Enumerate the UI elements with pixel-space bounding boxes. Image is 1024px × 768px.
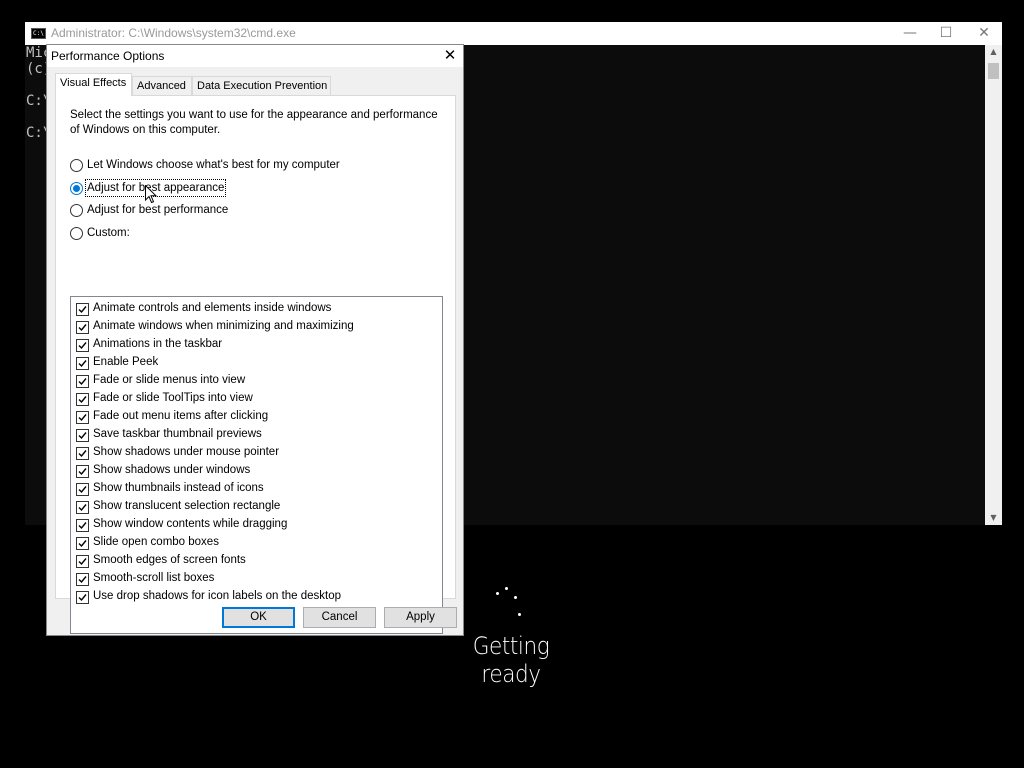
checkmark-icon [78, 414, 87, 422]
checkmark-icon [78, 324, 87, 332]
checkmark-icon [78, 342, 87, 350]
cmd-title-bar[interactable]: C:\ Administrator: C:\Windows\system32\c… [25, 22, 1002, 45]
checkmark-icon [78, 558, 87, 566]
list-item-label: Smooth edges of screen fonts [93, 554, 246, 566]
scroll-down-icon[interactable]: ▼ [985, 511, 1002, 525]
checkbox-checked[interactable] [76, 303, 89, 316]
list-item-label: Show translucent selection rectangle [93, 500, 281, 512]
checkbox-checked[interactable] [76, 411, 89, 424]
checkbox-checked[interactable] [76, 483, 89, 496]
list-item-label: Save taskbar thumbnail previews [93, 428, 262, 440]
dialog-title: Performance Options [51, 49, 165, 63]
checkmark-icon [78, 432, 87, 440]
status-text: Getting ready [472, 632, 550, 688]
radio-label: Custom: [87, 227, 130, 239]
checkmark-icon [78, 576, 87, 584]
list-item-label: Animate windows when minimizing and maxi… [93, 320, 354, 332]
checkbox-checked[interactable] [76, 339, 89, 352]
close-button[interactable]: ✕ [966, 22, 1002, 44]
list-item-label: Animations in the taskbar [93, 338, 223, 350]
cancel-button[interactable]: Cancel [303, 607, 376, 628]
checkbox-checked[interactable] [76, 321, 89, 334]
checkmark-icon [78, 540, 87, 548]
dialog-title-bar[interactable]: Performance Options ✕ [47, 45, 463, 67]
list-item-label: Show thumbnails instead of icons [93, 482, 264, 494]
list-item-label: Use drop shadows for icon labels on the … [93, 590, 342, 602]
list-item-label: Show shadows under mouse pointer [93, 446, 280, 458]
checkbox-checked[interactable] [76, 501, 89, 514]
checkmark-icon [78, 450, 87, 458]
radio-label: Let Windows choose what's best for my co… [87, 159, 340, 171]
list-item-label: Show window contents while dragging [93, 518, 288, 530]
scroll-up-icon[interactable]: ▲ [985, 45, 1002, 59]
list-item-label: Show shadows under windows [93, 464, 251, 476]
ok-button[interactable]: OK [222, 607, 295, 628]
list-item-label: Fade or slide ToolTips into view [93, 392, 253, 404]
radio-button[interactable] [70, 204, 83, 217]
tab-visual-effects[interactable]: Visual Effects [55, 73, 132, 96]
list-item-label: Slide open combo boxes [93, 536, 219, 548]
radio-button[interactable] [70, 227, 83, 240]
mouse-pointer-icon [145, 185, 157, 204]
cmd-scrollbar[interactable]: ▲ ▼ [985, 45, 1002, 525]
checkbox-checked[interactable] [76, 393, 89, 406]
checkmark-icon [78, 594, 87, 602]
checkmark-icon [78, 306, 87, 314]
list-item-label: Smooth-scroll list boxes [93, 572, 215, 584]
tab-data-execution-prevention[interactable]: Data Execution Prevention [192, 76, 331, 95]
scroll-thumb[interactable] [988, 63, 999, 79]
list-item-label: Fade or slide menus into view [93, 374, 246, 386]
checkbox-checked[interactable] [76, 447, 89, 460]
panel-description: Select the settings you want to use for … [70, 109, 438, 136]
radio-button-selected[interactable] [70, 182, 83, 195]
checkbox-checked[interactable] [76, 573, 89, 586]
checkbox-checked[interactable] [76, 555, 89, 568]
checkbox-checked[interactable] [76, 357, 89, 370]
cmd-window-title: Administrator: C:\Windows\system32\cmd.e… [51, 26, 296, 40]
maximize-button[interactable]: ☐ [928, 22, 964, 44]
checkmark-icon [78, 360, 87, 368]
radio-label: Adjust for best performance [87, 204, 229, 216]
list-item-label: Animate controls and elements inside win… [93, 302, 332, 314]
checkbox-checked[interactable] [76, 537, 89, 550]
checkmark-icon [78, 468, 87, 476]
tab-advanced[interactable]: Advanced [132, 76, 192, 95]
apply-button[interactable]: Apply [384, 607, 457, 628]
visual-effects-list[interactable]: Animate controls and elements inside win… [70, 296, 443, 634]
checkbox-checked[interactable] [76, 465, 89, 478]
checkmark-icon [78, 378, 87, 386]
checkmark-icon [78, 486, 87, 494]
checkmark-icon [78, 504, 87, 512]
checkbox-checked[interactable] [76, 519, 89, 532]
checkmark-icon [78, 522, 87, 530]
checkbox-checked[interactable] [76, 375, 89, 388]
checkbox-checked[interactable] [76, 429, 89, 442]
list-item-label: Fade out menu items after clicking [93, 410, 269, 422]
performance-options-dialog: Performance Options ✕ Visual Effects Adv… [46, 44, 464, 636]
checkmark-icon [78, 396, 87, 404]
checkbox-checked[interactable] [76, 591, 89, 604]
list-item-label: Enable Peek [93, 356, 159, 368]
radio-button[interactable] [70, 159, 83, 172]
visual-effects-panel: Select the settings you want to use for … [55, 95, 456, 634]
dialog-close-button[interactable]: ✕ [441, 47, 459, 65]
minimize-button[interactable]: — [892, 22, 928, 44]
cmd-app-icon: C:\ [31, 28, 46, 39]
